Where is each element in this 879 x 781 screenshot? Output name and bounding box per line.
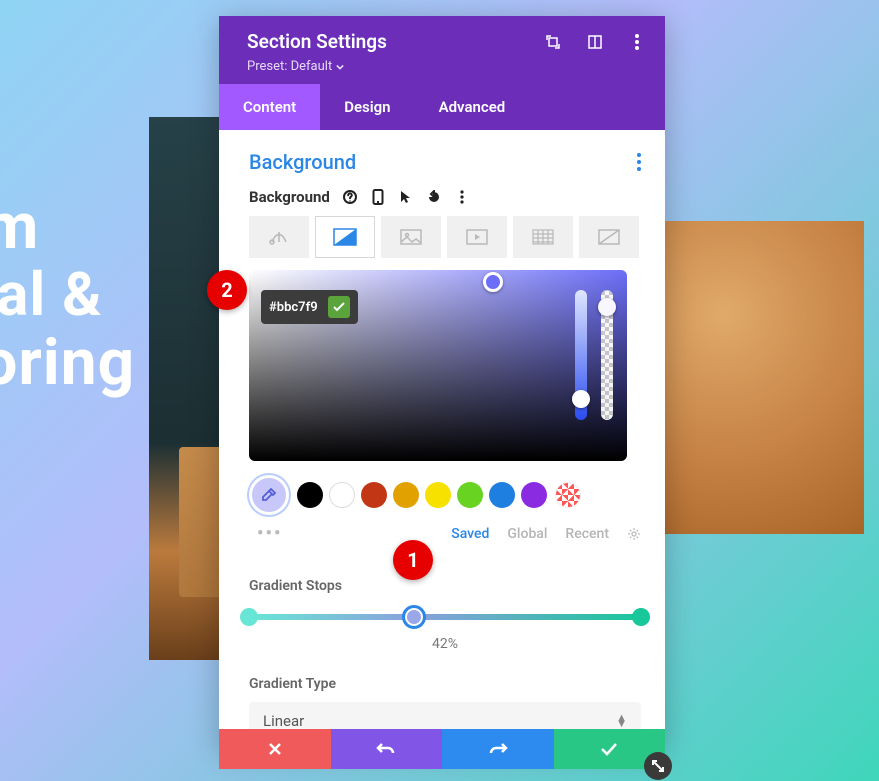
- gradient-stop-handle[interactable]: [402, 605, 426, 629]
- color-picker-handle[interactable]: [483, 272, 503, 292]
- redo-button[interactable]: [442, 729, 554, 769]
- color-swatch[interactable]: [489, 482, 515, 508]
- color-swatch[interactable]: [393, 482, 419, 508]
- field-row-background: Background: [249, 188, 641, 206]
- color-swatch[interactable]: [521, 482, 547, 508]
- eyedropper-button[interactable]: [249, 475, 289, 515]
- hover-cursor-icon[interactable]: [398, 189, 414, 205]
- gradient-stop-handle[interactable]: [632, 608, 650, 626]
- color-swatch[interactable]: [457, 482, 483, 508]
- color-swatch[interactable]: [329, 482, 355, 508]
- tab-advanced[interactable]: Advanced: [415, 84, 530, 130]
- gradient-type-label: Gradient Type: [249, 676, 641, 692]
- gradient-stops-track-wrap: [249, 614, 641, 620]
- hex-confirm-button[interactable]: [328, 296, 350, 318]
- background-type-toggle: [249, 216, 641, 258]
- gradient-stop-handle[interactable]: [240, 608, 258, 626]
- bg-type-gradient[interactable]: [315, 216, 375, 258]
- panel-tabs: Content Design Advanced: [219, 84, 665, 130]
- color-swatch[interactable]: [297, 482, 323, 508]
- swatch-transparent[interactable]: [555, 482, 581, 508]
- settings-panel: Section Settings Preset: Default Content…: [219, 16, 665, 750]
- color-picker-canvas[interactable]: #bbc7f9: [249, 270, 627, 461]
- palette-tab-recent[interactable]: Recent: [565, 526, 609, 542]
- more-vert-icon[interactable]: [454, 189, 470, 205]
- undo-button[interactable]: [331, 729, 443, 769]
- expand-icon[interactable]: [545, 34, 561, 50]
- field-inline-tools: [342, 189, 470, 205]
- preset-selector[interactable]: Preset: Default: [247, 59, 387, 74]
- hero-heading-line: Flooring: [0, 331, 135, 395]
- hero-heading-line: stom: [0, 195, 135, 259]
- bg-type-mask[interactable]: [579, 216, 639, 258]
- hero-photo-right: [664, 221, 864, 534]
- gradient-type-value: Linear: [263, 712, 304, 730]
- palette-tab-row: Saved Global Recent: [249, 526, 641, 542]
- hex-input-bubble: #bbc7f9: [261, 290, 358, 324]
- page-background: stom ential & Flooring omnis dolor atem.…: [0, 0, 879, 781]
- panel-header-actions: [545, 34, 645, 50]
- tab-design[interactable]: Design: [320, 84, 414, 130]
- hero-heading: stom ential & Flooring: [0, 195, 135, 395]
- field-label-background: Background: [249, 188, 330, 206]
- accordion-header: Background: [249, 150, 641, 174]
- color-picker-area: #bbc7f9 ••• Saved Global Recent Gradien: [249, 270, 641, 740]
- swatch-row: [249, 475, 641, 515]
- accordion-title[interactable]: Background: [249, 150, 356, 174]
- palette-tab-global[interactable]: Global: [507, 526, 547, 542]
- reset-icon[interactable]: [426, 189, 442, 205]
- cancel-button[interactable]: [219, 729, 331, 769]
- palette-tab-saved[interactable]: Saved: [451, 526, 489, 542]
- panel-footer: [219, 729, 665, 769]
- dropdown-caret-icon: ▲▼: [616, 715, 627, 727]
- tab-content[interactable]: Content: [219, 84, 320, 130]
- hue-slider[interactable]: [575, 290, 587, 420]
- palette-settings-icon[interactable]: [627, 527, 641, 541]
- panel-body: Background Background: [219, 130, 665, 750]
- bg-type-pattern[interactable]: [513, 216, 573, 258]
- alpha-slider[interactable]: [601, 290, 613, 420]
- annotation-badge-2: 2: [207, 270, 247, 310]
- help-icon[interactable]: [342, 189, 358, 205]
- color-sliders: [575, 290, 613, 420]
- gradient-stop-value: 42%: [249, 636, 641, 652]
- bg-type-video[interactable]: [447, 216, 507, 258]
- panel-title: Section Settings: [247, 30, 387, 53]
- kebab-icon[interactable]: [629, 34, 645, 50]
- preset-label: Preset: Default: [247, 59, 332, 74]
- gradient-track[interactable]: [249, 614, 641, 620]
- accordion-kebab-icon[interactable]: [637, 153, 641, 171]
- alpha-slider-knob[interactable]: [598, 298, 616, 316]
- annotation-badge-1: 1: [393, 540, 433, 580]
- hue-slider-knob[interactable]: [572, 390, 590, 408]
- panel-header: Section Settings Preset: Default: [219, 16, 665, 84]
- bg-type-color[interactable]: [249, 216, 309, 258]
- hex-value[interactable]: #bbc7f9: [269, 300, 318, 315]
- color-swatch[interactable]: [361, 482, 387, 508]
- bg-type-image[interactable]: [381, 216, 441, 258]
- color-swatch[interactable]: [425, 482, 451, 508]
- gradient-stops-label: Gradient Stops: [249, 578, 641, 594]
- hero-heading-line: ential &: [0, 265, 135, 325]
- snap-icon[interactable]: [587, 34, 603, 50]
- device-mobile-icon[interactable]: [370, 189, 386, 205]
